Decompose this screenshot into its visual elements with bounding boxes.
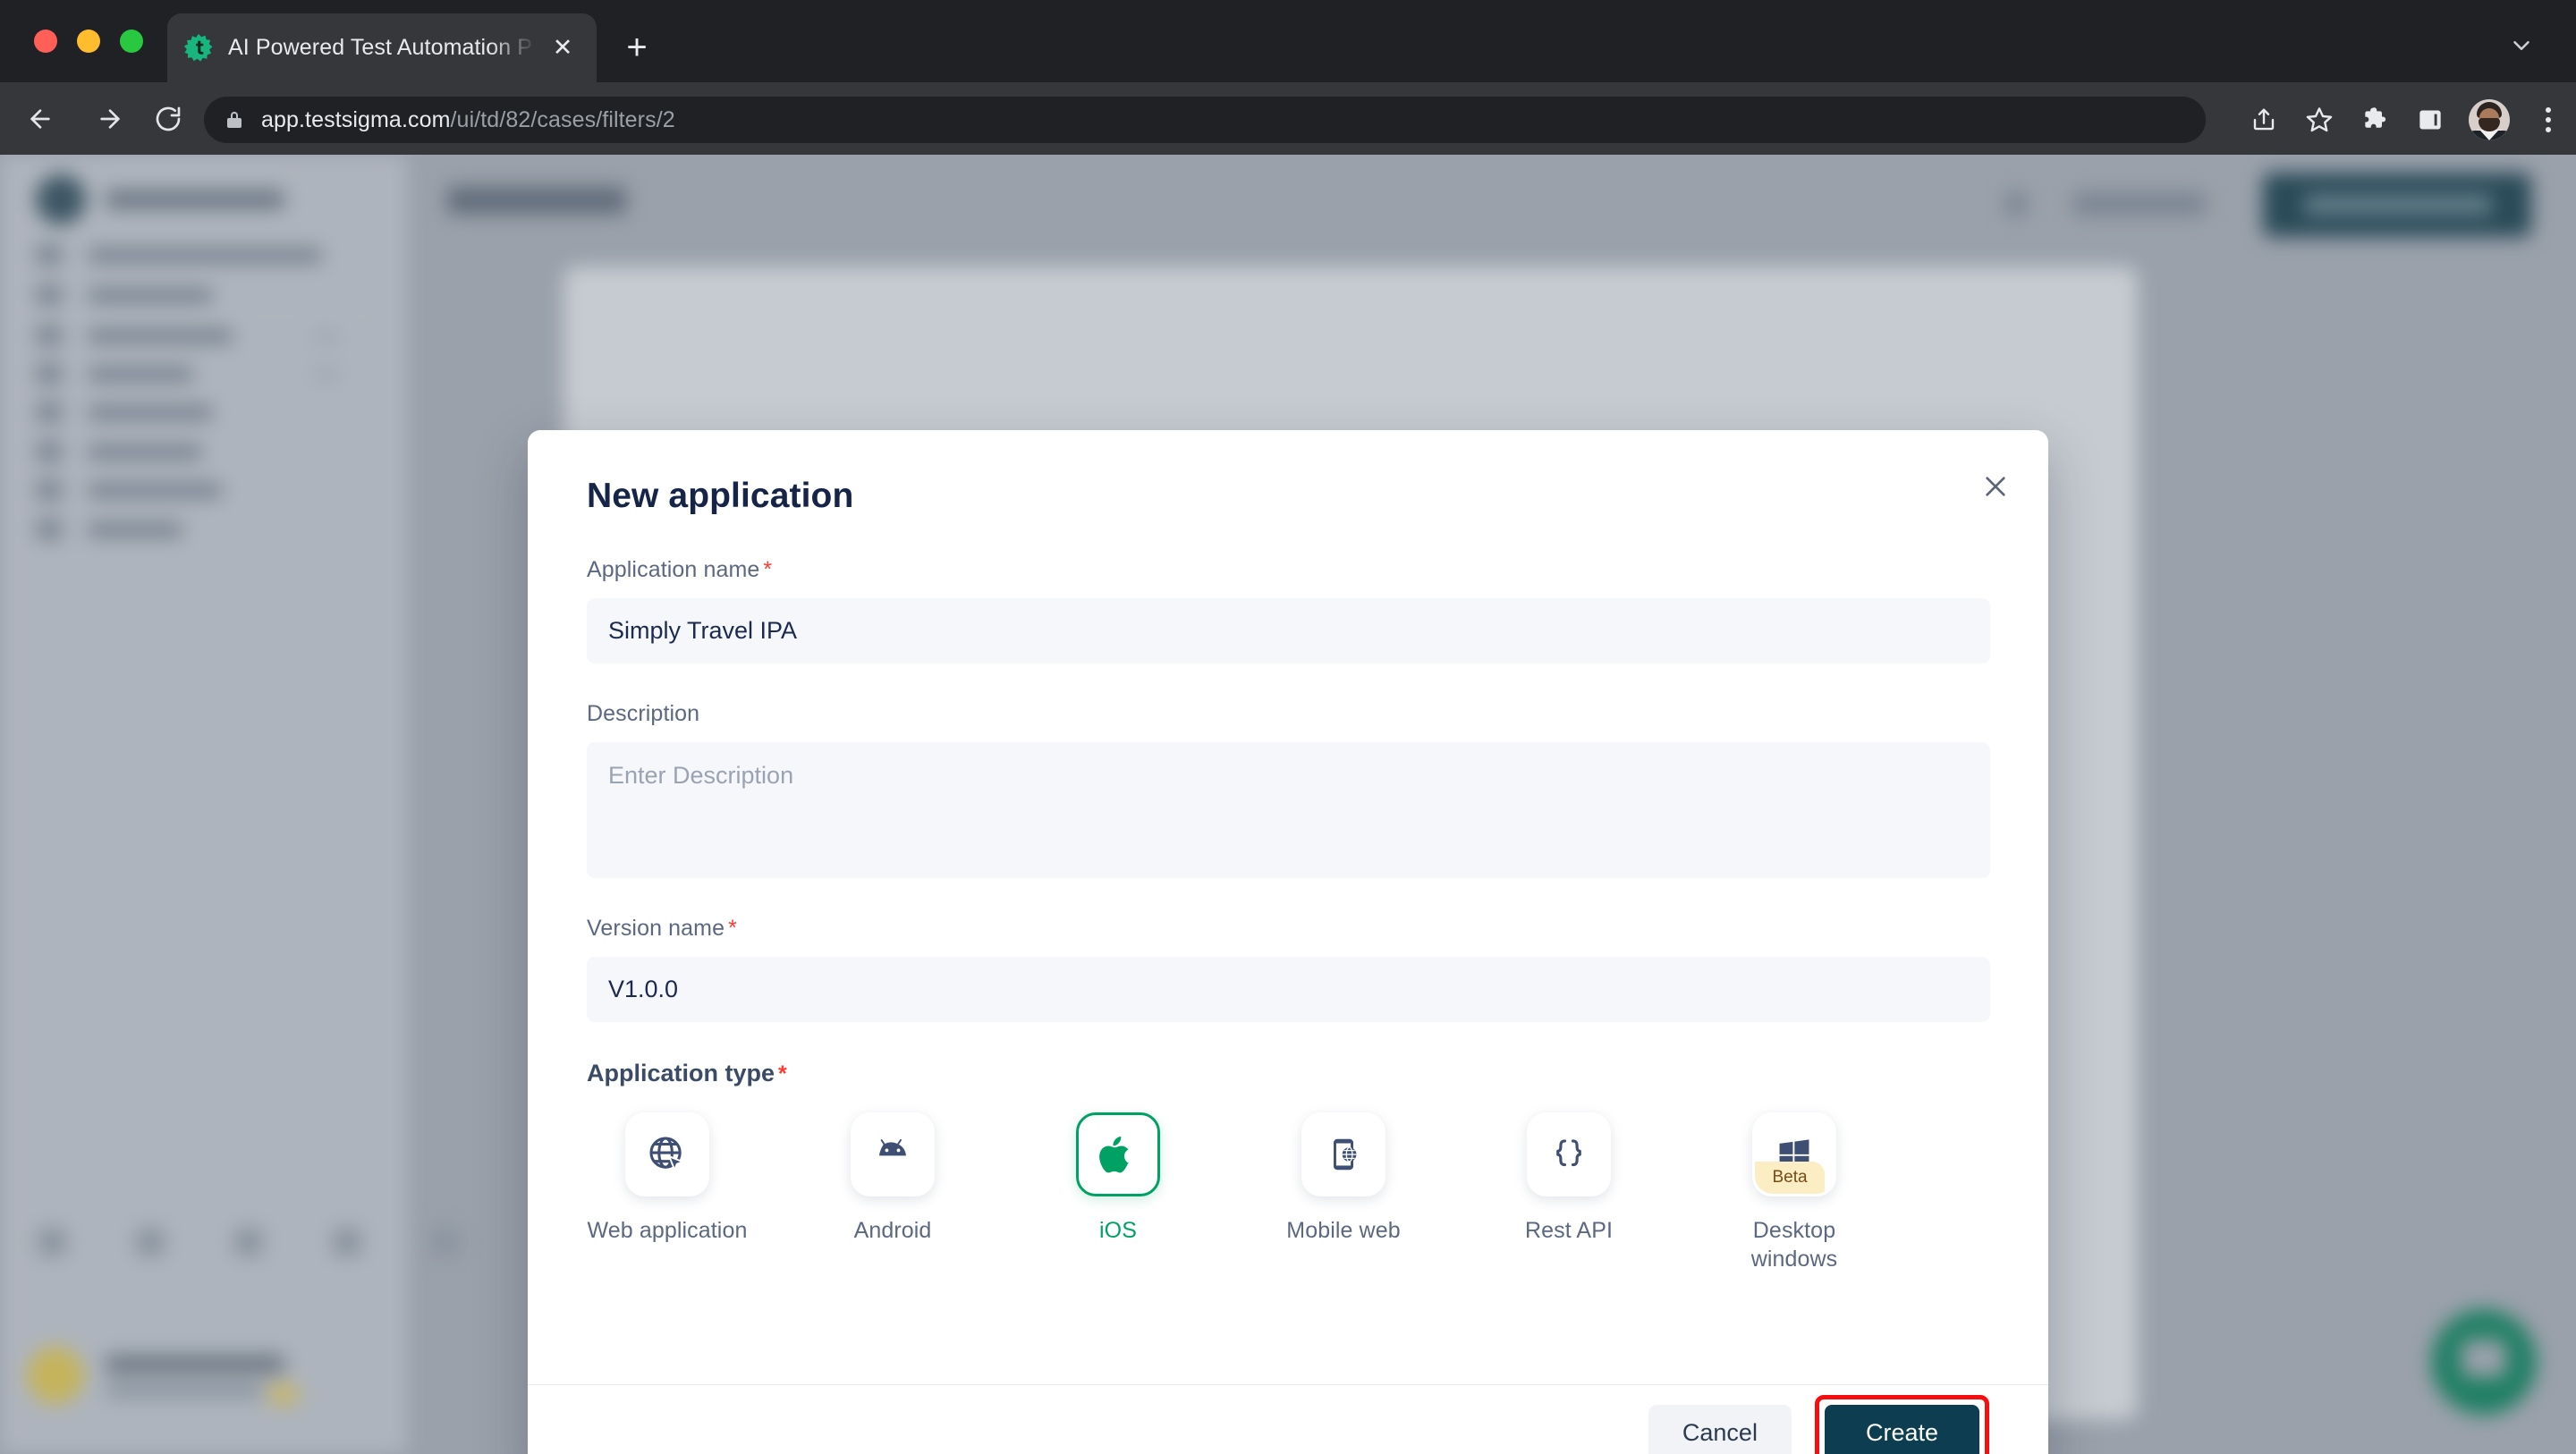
page-header [447,155,2576,266]
field-description: Description [587,701,1990,878]
workspace-logo[interactable] [36,174,284,224]
application-type-section: Application type * Web application Andro… [587,1060,1989,1273]
application-type-label: Application type * [587,1060,1989,1087]
reload-icon[interactable] [148,98,189,139]
cancel-button[interactable]: Cancel [1648,1405,1792,1454]
browser-menu-icon[interactable] [2521,97,2576,143]
mobile-globe-icon [1301,1112,1385,1196]
app-type-label: Mobile web [1286,1218,1401,1243]
app-type-web-application[interactable]: Web application [587,1112,748,1273]
sidebar-item[interactable] [36,441,202,462]
label-text: Version name [587,916,725,941]
windows-logo-icon: Beta [1752,1112,1836,1196]
address-bar-url: app.testsigma.com/ui/td/82/cases/filters… [261,107,675,133]
application-name-input[interactable] [587,598,1990,664]
window-traffic-lights [34,30,143,53]
app-type-android[interactable]: Android [812,1112,973,1273]
label-text: Application name [587,557,760,582]
sidebar-item[interactable] [36,519,182,540]
app-type-ios[interactable]: iOS [1038,1112,1199,1273]
app-sidebar [0,155,460,1454]
required-marker: * [728,916,737,941]
app-type-mobile-web[interactable]: Mobile web [1263,1112,1424,1273]
chat-widget-button[interactable] [2431,1309,2537,1415]
extensions-puzzle-icon[interactable] [2347,97,2402,143]
label-text: Application type [587,1060,775,1086]
lock-icon [224,108,245,131]
required-marker: * [778,1061,787,1086]
address-bar[interactable]: app.testsigma.com/ui/td/82/cases/filters… [204,97,2206,143]
sidebar-item[interactable] [36,325,233,346]
share-icon[interactable] [2236,97,2292,143]
description-label: Description [587,701,700,726]
sidebar-item[interactable] [36,402,213,423]
maximize-window-button[interactable] [120,30,143,53]
android-robot-icon [851,1112,935,1196]
sidebar-item[interactable] [36,284,213,306]
browser-toolbar: app.testsigma.com/ui/td/82/cases/filters… [0,82,2576,155]
minimize-window-button[interactable] [77,30,100,53]
export-button[interactable] [2073,192,2206,216]
close-window-button[interactable] [34,30,57,53]
app-type-label: Desktop windows [1750,1218,1838,1272]
profile-avatar[interactable] [2458,99,2521,140]
create-button[interactable]: Create [1824,1405,1979,1454]
sidebar-bottom-icons[interactable] [38,1228,460,1256]
side-panel-icon[interactable] [2402,97,2458,143]
browser-window: AI Powered Test Automation P ✕ + app.tes… [0,0,2576,1454]
page-content: New application Application name* Descri… [0,155,2576,1454]
app-type-label: Web application [587,1218,748,1243]
sidebar-item[interactable] [36,244,322,266]
tab-close-icon[interactable]: ✕ [545,30,580,66]
app-type-desktop-windows[interactable]: Beta Desktop windows [1714,1112,1875,1273]
dialog-body: New application Application name* Descri… [528,430,2048,1384]
tab-title: AI Powered Test Automation P [228,35,533,60]
back-arrow-icon[interactable] [20,98,61,139]
application-name-label: Application name * [587,557,1989,583]
new-application-dialog: New application Application name* Descri… [528,430,2048,1454]
toolbar-actions [2236,97,2576,143]
required-marker: * [763,557,773,582]
beta-badge: Beta [1755,1162,1825,1194]
dialog-title: New application [587,477,854,515]
primary-action-button[interactable] [2263,173,2531,237]
version-name-label: Version name * [587,916,1989,942]
sidebar-user-profile[interactable] [27,1347,299,1404]
header-icon[interactable] [2005,192,2027,216]
browser-titlebar: AI Powered Test Automation P ✕ + [0,0,2576,82]
sidebar-item[interactable] [36,479,222,501]
app-type-rest-api[interactable]: Rest API [1488,1112,1649,1273]
bookmark-star-icon[interactable] [2292,97,2347,143]
page-title [447,187,626,214]
description-input[interactable] [587,742,1990,878]
globe-cursor-icon [625,1112,709,1196]
url-domain: app.testsigma.com [261,106,451,132]
app-type-label: iOS [1099,1218,1137,1243]
version-name-input[interactable] [587,957,1990,1022]
chevron-down-icon[interactable] [2508,32,2535,63]
new-tab-button[interactable]: + [617,30,657,69]
create-button-highlight: Create [1814,1395,1989,1454]
application-type-options: Web application Android iOS Mobile web R… [587,1112,1989,1273]
app-type-label: Android [853,1218,932,1243]
url-path: /ui/td/82/cases/filters/2 [450,106,675,132]
avatar [2469,99,2510,140]
field-version-name: Version name * [587,916,1990,1022]
testsigma-logo-icon [183,33,214,63]
app-type-label: Rest API [1524,1218,1614,1243]
dialog-footer: Cancel Create [528,1384,2048,1454]
forward-arrow-icon[interactable] [89,98,131,139]
sidebar-item[interactable] [36,363,193,385]
browser-tab[interactable]: AI Powered Test Automation P ✕ [167,13,597,82]
field-application-name: Application name * [587,557,1990,664]
apple-icon [1076,1112,1160,1196]
curly-braces-icon [1527,1112,1611,1196]
